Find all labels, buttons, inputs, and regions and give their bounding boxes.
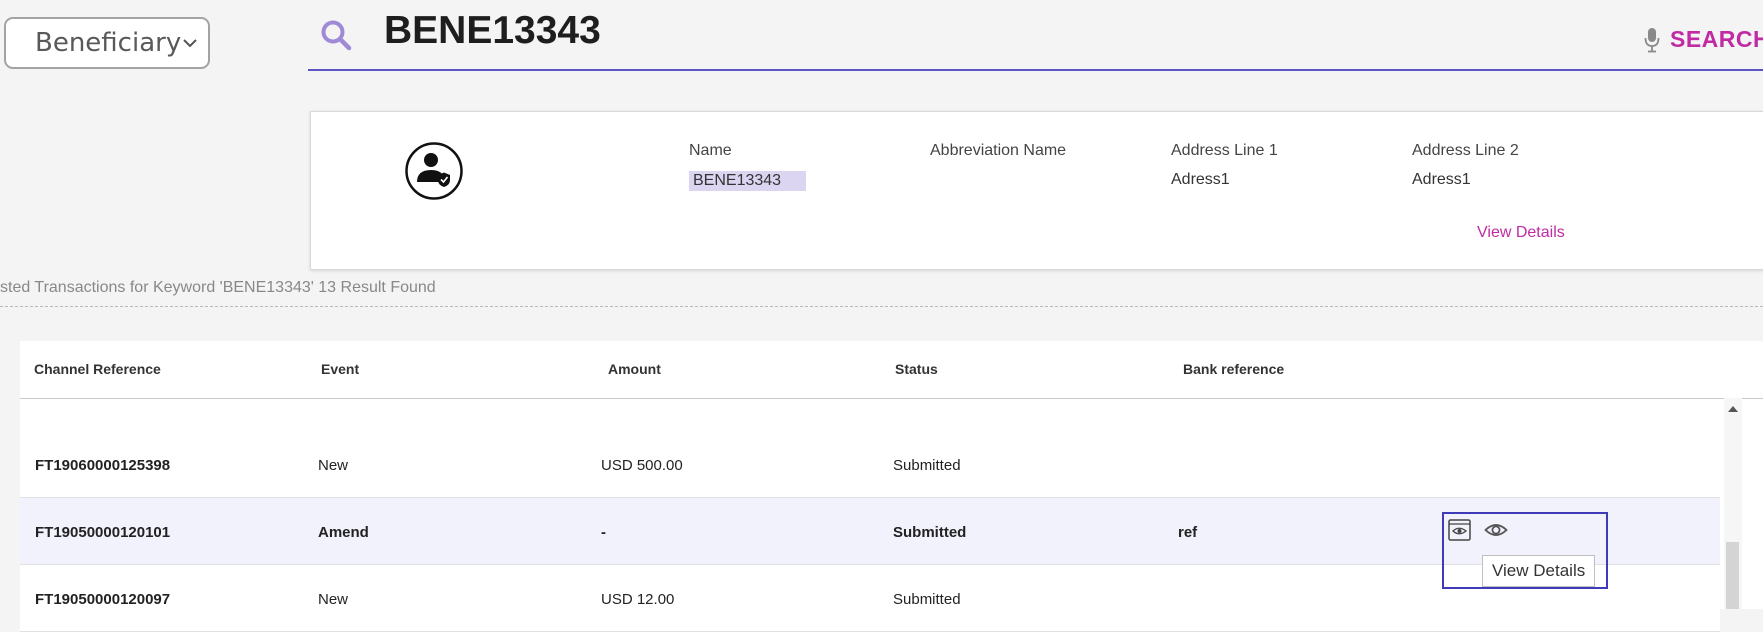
column-header-status[interactable]: Status bbox=[895, 361, 938, 377]
table-row[interactable]: FT19060000125398 New USD 500.00 Submitte… bbox=[20, 431, 1720, 498]
amount-cell: - bbox=[601, 524, 606, 541]
address-line-2-value: Adress1 bbox=[1412, 171, 1471, 188]
address-line-2-label: Address Line 2 bbox=[1412, 142, 1519, 159]
channel-reference-cell: FT19050000120097 bbox=[35, 591, 171, 608]
row-actions-focus-box bbox=[1442, 512, 1608, 589]
beneficiary-card: Name BENE13343 Abbreviation Name Address… bbox=[310, 111, 1763, 270]
channel-reference-cell: FT19050000120101 bbox=[35, 524, 171, 541]
category-selected-label: Beneficiary bbox=[35, 28, 182, 58]
bank-reference-cell: ref bbox=[1178, 524, 1198, 541]
beneficiary-avatar-icon bbox=[405, 142, 463, 200]
event-cell: Amend bbox=[318, 524, 369, 541]
microphone-icon[interactable] bbox=[1644, 27, 1660, 53]
status-cell: Submitted bbox=[893, 591, 961, 608]
results-summary: sted Transactions for Keyword 'BENE13343… bbox=[0, 279, 436, 296]
chevron-down-icon bbox=[183, 39, 197, 48]
name-label: Name bbox=[689, 142, 732, 159]
event-cell: New bbox=[318, 457, 349, 474]
clipped-row-text bbox=[34, 399, 1594, 401]
category-dropdown[interactable]: Beneficiary bbox=[4, 17, 210, 69]
search-icon[interactable] bbox=[320, 19, 352, 51]
search-input[interactable] bbox=[384, 6, 1284, 56]
status-cell: Submitted bbox=[893, 524, 967, 541]
abbreviation-name-label: Abbreviation Name bbox=[930, 142, 1067, 159]
scroll-up-arrow-icon[interactable] bbox=[1726, 404, 1740, 414]
column-header-bank-reference[interactable]: Bank reference bbox=[1183, 361, 1284, 377]
column-header-channel-reference[interactable]: Channel Reference bbox=[34, 361, 161, 377]
address-line-1-label: Address Line 1 bbox=[1171, 142, 1278, 159]
view-details-link[interactable]: View Details bbox=[1477, 224, 1565, 242]
divider bbox=[0, 306, 1763, 307]
name-value: BENE13343 bbox=[689, 171, 807, 191]
address-line-1-value: Adress1 bbox=[1171, 171, 1230, 188]
column-header-event[interactable]: Event bbox=[321, 361, 359, 377]
search-button[interactable]: SEARCH bbox=[1670, 26, 1763, 53]
search-bar: SEARCH bbox=[308, 0, 1763, 71]
status-cell: Submitted bbox=[893, 457, 961, 474]
column-header-amount[interactable]: Amount bbox=[608, 361, 661, 377]
event-cell: New bbox=[318, 591, 349, 608]
table-header: Channel Reference Event Amount Status Ba… bbox=[20, 341, 1763, 399]
channel-reference-cell: FT19060000125398 bbox=[35, 457, 171, 474]
table-row-partial bbox=[20, 399, 1720, 432]
amount-cell: USD 12.00 bbox=[601, 591, 675, 608]
amount-cell: USD 500.00 bbox=[601, 457, 683, 474]
scrollbar-thumb[interactable] bbox=[1726, 542, 1739, 609]
